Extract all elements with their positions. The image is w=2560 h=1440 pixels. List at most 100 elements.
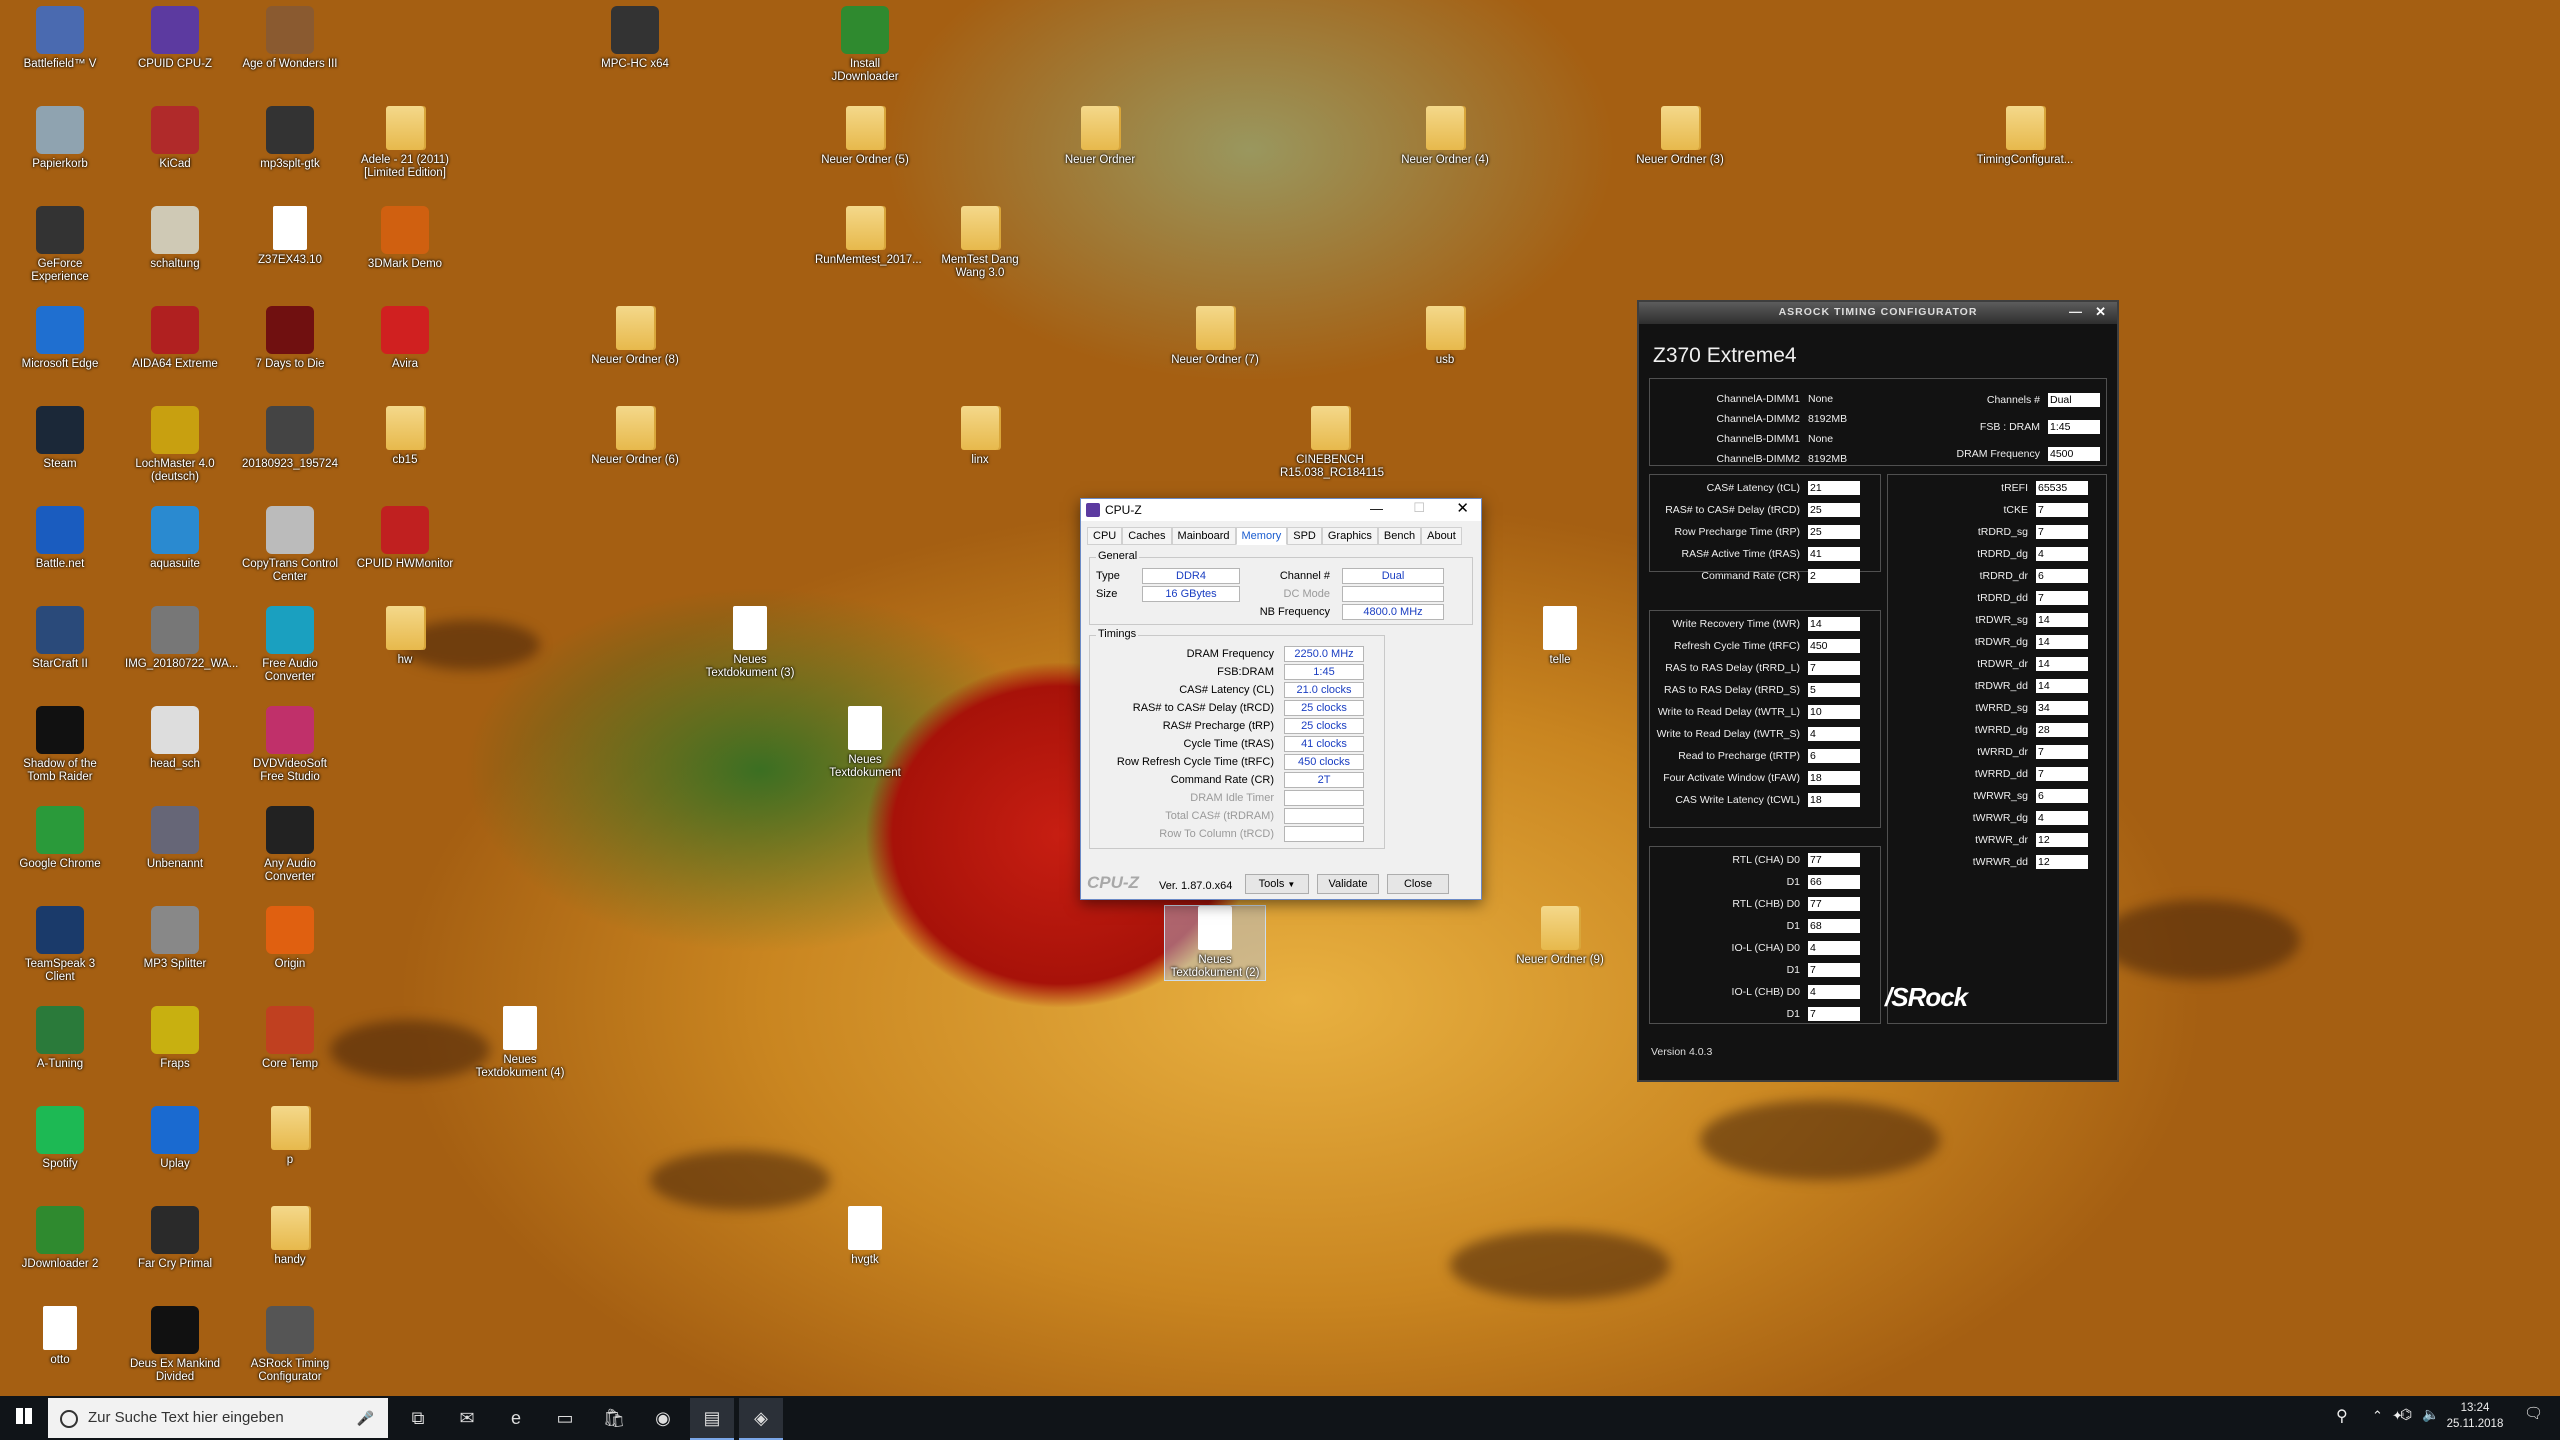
tab-cpu[interactable]: CPU xyxy=(1087,527,1123,545)
network-icon[interactable]: ⌬ xyxy=(2400,1406,2412,1423)
cpuz-icon[interactable]: ◈ xyxy=(739,1398,783,1440)
desktop-icon[interactable]: Free Audio Converter xyxy=(240,606,340,684)
desktop-icon[interactable]: IMG_20180722_WA... xyxy=(125,606,238,671)
tab-mainboard[interactable]: Mainboard xyxy=(1171,527,1236,545)
timing-value[interactable]: 4 xyxy=(2036,811,2088,825)
timing-value[interactable]: 77 xyxy=(1808,897,1860,911)
desktop-icon[interactable]: Google Chrome xyxy=(10,806,110,871)
desktop-icon[interactable]: Neues Textdokument (4) xyxy=(470,1006,570,1080)
desktop-icon[interactable]: head_sch xyxy=(125,706,225,771)
desktop-icon[interactable]: Neuer Ordner (6) xyxy=(585,406,685,467)
desktop-icon[interactable]: Microsoft Edge xyxy=(10,306,110,371)
desktop-icon[interactable]: hvgtk xyxy=(815,1206,915,1267)
desktop-icon[interactable]: Neuer Ordner (9) xyxy=(1510,906,1610,967)
desktop-icon[interactable]: Age of Wonders III xyxy=(240,6,340,71)
desktop-icon[interactable]: CINEBENCH R15.038_RC184115 xyxy=(1280,406,1384,480)
desktop-icon[interactable]: Neues Textdokument (3) xyxy=(700,606,800,680)
timing-value[interactable]: 12 xyxy=(2036,833,2088,847)
desktop-icon[interactable]: KiCad xyxy=(125,106,225,171)
asrock-titlebar[interactable]: ASRock Timing Configurator — ✕ xyxy=(1639,302,2117,324)
desktop-icon[interactable]: JDownloader 2 xyxy=(10,1206,110,1271)
asrock-timing-icon[interactable]: ▤ xyxy=(690,1398,734,1440)
desktop-icon[interactable]: Unbenannt xyxy=(125,806,225,871)
chrome-icon[interactable]: ◉ xyxy=(641,1398,685,1438)
tab-memory[interactable]: Memory xyxy=(1235,527,1288,545)
desktop-icon[interactable]: CopyTrans Control Center xyxy=(240,506,340,584)
desktop-icon[interactable]: Shadow of the Tomb Raider xyxy=(10,706,110,784)
chevron-up-icon[interactable]: ⌃ xyxy=(2372,1408,2383,1424)
timing-value[interactable]: 2 xyxy=(1808,569,1860,583)
people-icon[interactable]: ⚲ xyxy=(2336,1406,2348,1426)
microphone-icon[interactable]: 🎤 xyxy=(357,1398,374,1438)
timing-value[interactable]: 68 xyxy=(1808,919,1860,933)
desktop-icon[interactable]: DVDVideoSoft Free Studio xyxy=(240,706,340,784)
desktop-icon[interactable]: linx xyxy=(930,406,1030,467)
desktop-icon[interactable]: Spotify xyxy=(10,1106,110,1171)
timing-value[interactable]: 28 xyxy=(2036,723,2088,737)
timing-value[interactable]: 25 xyxy=(1808,525,1860,539)
desktop-icon[interactable]: hw xyxy=(355,606,455,667)
desktop-icon[interactable]: CPUID CPU-Z xyxy=(125,6,225,71)
desktop-icon[interactable]: 7 Days to Die xyxy=(240,306,340,371)
timing-value[interactable]: 12 xyxy=(2036,855,2088,869)
timing-value[interactable]: 10 xyxy=(1808,705,1860,719)
timing-value[interactable]: 7 xyxy=(2036,745,2088,759)
close-button[interactable]: Close xyxy=(1387,874,1449,894)
timing-value[interactable]: 18 xyxy=(1808,793,1860,807)
desktop-icon[interactable]: otto xyxy=(10,1306,110,1367)
tools-button[interactable]: Tools ▼ xyxy=(1245,874,1309,894)
timing-value[interactable]: 4 xyxy=(2036,547,2088,561)
asrock-timing-window[interactable]: ASRock Timing Configurator — ✕ Z370 Extr… xyxy=(1637,300,2119,1082)
store-icon[interactable]: 🛍 xyxy=(592,1398,636,1438)
timing-value[interactable]: 14 xyxy=(2036,657,2088,671)
timing-value[interactable]: 6 xyxy=(1808,749,1860,763)
cpuz-window[interactable]: CPU-Z — ☐ ✕ CPU Caches Mainboard Memory SPD G… xyxy=(1080,498,1482,900)
desktop-icon[interactable]: Core Temp xyxy=(240,1006,340,1071)
timing-value[interactable]: 450 xyxy=(1808,639,1860,653)
timing-value[interactable]: 66 xyxy=(1808,875,1860,889)
timing-value[interactable]: 4 xyxy=(1808,727,1860,741)
desktop-icon[interactable]: Origin xyxy=(240,906,340,971)
desktop-icon[interactable]: TeamSpeak 3 Client xyxy=(10,906,110,984)
tab-about[interactable]: About xyxy=(1421,527,1462,545)
minimize-icon[interactable]: — xyxy=(2069,302,2083,322)
desktop-icon[interactable]: aquasuite xyxy=(125,506,225,571)
desktop-icon[interactable]: p xyxy=(240,1106,340,1167)
tab-graphics[interactable]: Graphics xyxy=(1321,527,1378,545)
desktop-icon[interactable]: StarCraft II xyxy=(10,606,110,671)
search-box[interactable]: Zur Suche Text hier eingeben 🎤 xyxy=(48,1398,388,1438)
volume-icon[interactable]: 🔈 xyxy=(2422,1406,2439,1423)
desktop-icon[interactable]: Z37EX43.10 xyxy=(240,206,340,267)
desktop-icon[interactable]: Neuer Ordner xyxy=(1050,106,1150,167)
tab-spd[interactable]: SPD xyxy=(1287,527,1322,545)
desktop-icon[interactable]: LochMaster 4.0 (deutsch) xyxy=(125,406,225,484)
timing-value[interactable]: 14 xyxy=(2036,613,2088,627)
desktop-icon[interactable]: GeForce Experience xyxy=(10,206,110,284)
timing-value[interactable]: 14 xyxy=(2036,679,2088,693)
edge-icon[interactable]: e xyxy=(494,1398,538,1438)
timing-value[interactable]: 7 xyxy=(1808,661,1860,675)
tab-caches[interactable]: Caches xyxy=(1122,527,1172,545)
desktop-icon[interactable]: Deus Ex Mankind Divided xyxy=(125,1306,225,1384)
desktop-icon[interactable]: schaltung xyxy=(125,206,225,271)
desktop-icon[interactable]: CPUID HWMonitor xyxy=(355,506,455,571)
desktop-icon[interactable]: Neuer Ordner (4) xyxy=(1395,106,1495,167)
maximize-icon[interactable]: ☐ xyxy=(1413,500,1425,516)
timing-value[interactable]: 5 xyxy=(1808,683,1860,697)
desktop-icon[interactable]: 3DMark Demo xyxy=(355,206,455,271)
timing-value[interactable]: 34 xyxy=(2036,701,2088,715)
clock[interactable]: 13:24 25.11.2018 xyxy=(2444,1400,2506,1432)
timing-value[interactable]: 77 xyxy=(1808,853,1860,867)
desktop-icon[interactable]: Neuer Ordner (5) xyxy=(815,106,915,167)
timing-value[interactable]: 7 xyxy=(2036,591,2088,605)
desktop-icon[interactable]: Neuer Ordner (7) xyxy=(1165,306,1265,367)
desktop-icon[interactable]: Install JDownloader xyxy=(815,6,915,84)
desktop-icon[interactable]: usb xyxy=(1395,306,1495,367)
desktop-icon[interactable]: TimingConfigurat... xyxy=(1975,106,2075,167)
desktop-icon[interactable]: Far Cry Primal xyxy=(125,1206,225,1271)
desktop-icon[interactable]: telle xyxy=(1510,606,1610,667)
desktop-icon[interactable]: Battlefield™ V xyxy=(10,6,110,71)
notifications-icon[interactable]: 🗨 xyxy=(2524,1404,2543,1422)
timing-value[interactable]: 7 xyxy=(2036,767,2088,781)
task-view-icon[interactable]: ⧉ xyxy=(396,1398,440,1438)
